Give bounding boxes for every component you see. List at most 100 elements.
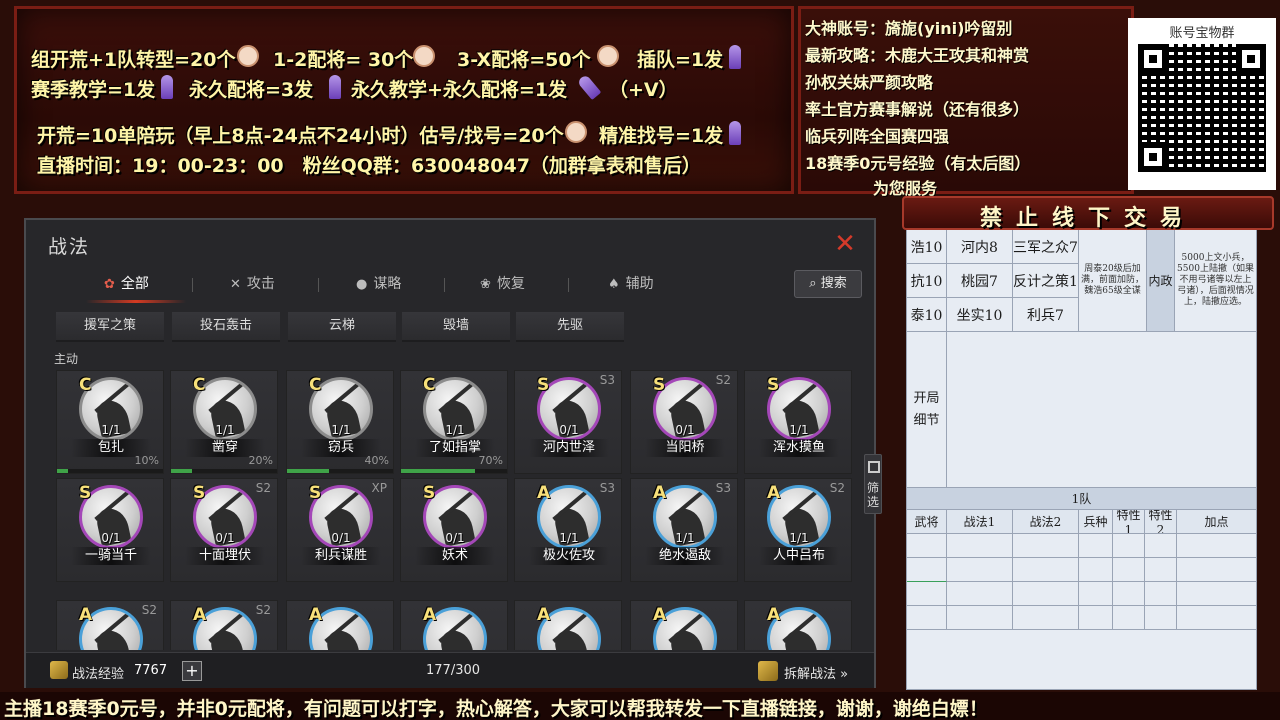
sheet-cell: 河内8 <box>947 230 1013 264</box>
sheet-cell <box>1013 534 1079 558</box>
progress-percent: 20% <box>248 454 273 467</box>
lineup-spreadsheet: 浩10 河内8 三军之众7 抗10 桃园7 反计之策1 泰10 坐实10 利兵7… <box>906 230 1257 690</box>
banner-text: （+V） <box>609 79 678 101</box>
tactic-name: 十面埋伏 <box>185 547 265 565</box>
column-header: 特性2 <box>1145 510 1177 534</box>
tactic-card[interactable]: A S2 <box>56 600 164 650</box>
ticker-text: 主播18赛季0元号，并非0元配将，有问题可以打字，热心解答，大家可以帮我转发一下… <box>4 698 988 720</box>
sheet-cell: 内政 <box>1147 230 1175 332</box>
banner-text: 组开荒+1队转型=20个 <box>31 49 236 71</box>
season-badge: S2 <box>715 373 731 387</box>
notice-line: 孙权关妹严颜攻略 <box>805 73 934 92</box>
sheet-cell: 桃园7 <box>947 264 1013 298</box>
grade-badge: A <box>79 605 93 625</box>
grade-badge: A <box>653 605 667 625</box>
qr-corner <box>1138 44 1168 74</box>
tactic-card[interactable]: S S3 0/1 河内世泽 <box>514 370 622 474</box>
tactic-card[interactable]: C 1/1 了如指掌 70% <box>400 370 508 474</box>
tactic-card[interactable]: S XP 0/1 利兵谋胜 <box>286 478 394 582</box>
sheet-cell <box>1113 558 1145 582</box>
sheet-cell <box>947 534 1013 558</box>
grade-badge: A <box>193 605 207 625</box>
rocket-icon <box>729 45 741 69</box>
grade-badge: C <box>193 375 206 395</box>
tactic-count: 0/1 <box>101 531 121 545</box>
rocket-icon <box>329 75 341 99</box>
sheet-cell: 三军之众7 <box>1013 230 1079 264</box>
tactic-card[interactable]: A <box>630 600 738 650</box>
sheet-cell <box>1013 558 1079 582</box>
tactic-card[interactable]: S 0/1 一骑当千 <box>56 478 164 582</box>
sheet-cell <box>1079 582 1113 606</box>
filter-label: 筛选 <box>866 481 879 509</box>
tactic-card[interactable]: S 1/1 浑水摸鱼 <box>744 370 852 474</box>
sheet-cell <box>1145 534 1177 558</box>
progress-fill <box>171 469 193 473</box>
filter-icon <box>868 461 880 473</box>
sheet-cell <box>907 630 1257 690</box>
grade-badge: S <box>653 375 666 395</box>
qr-code: 账号宝物群 <box>1128 18 1276 190</box>
promo-banner: 组开荒+1队转型=20个 1-2配将= 30个 3-X配将=50个 插队=1发 … <box>14 6 794 194</box>
tactic-count: 1/1 <box>789 423 809 437</box>
progress-fill <box>287 469 330 473</box>
face-emoji-icon <box>565 121 587 143</box>
exp-value: 7767 <box>134 663 168 678</box>
progress-bar <box>171 469 277 473</box>
grade-badge: C <box>79 375 92 395</box>
sheet-cell <box>1177 558 1257 582</box>
grade-badge: S <box>309 483 322 503</box>
sheet-cell <box>947 558 1013 582</box>
progress-percent: 10% <box>134 454 159 467</box>
sheet-cell <box>1079 534 1113 558</box>
exp-book-icon <box>50 661 68 679</box>
face-emoji-icon <box>237 45 259 67</box>
tactic-card[interactable]: A S3 1/1 极火佐攻 <box>514 478 622 582</box>
tactic-card[interactable]: S 0/1 妖术 <box>400 478 508 582</box>
tactic-count: 1/1 <box>675 531 695 545</box>
tactic-card[interactable]: C 1/1 窃兵 40% <box>286 370 394 474</box>
tactic-count: 1/1 <box>559 531 579 545</box>
tactic-name: 浑水摸鱼 <box>759 439 839 457</box>
tactic-card[interactable]: A <box>286 600 394 650</box>
tactic-card[interactable]: A S2 1/1 人中吕布 <box>744 478 852 582</box>
banner-text: 精准找号=1发 <box>599 125 724 147</box>
banner-text: 3-X配将=50个 <box>457 49 591 71</box>
sheet-cell <box>1145 606 1177 630</box>
grade-badge: S <box>767 375 780 395</box>
sheet-cell: 坐实10 <box>947 298 1013 332</box>
banner-text: 永久教学+永久配将=1发 <box>351 79 568 101</box>
tactic-card[interactable]: C 1/1 凿穿 20% <box>170 370 278 474</box>
tactic-card[interactable]: A <box>400 600 508 650</box>
banner-text: 赛季教学=1发 <box>31 79 156 101</box>
grade-badge: S <box>193 483 206 503</box>
dismantle-button[interactable]: 拆解战法 » <box>784 663 848 682</box>
tactic-count: 1/1 <box>445 423 465 437</box>
tactic-card[interactable]: A <box>514 600 622 650</box>
tactic-card[interactable]: A <box>744 600 852 650</box>
sheet-cell: 浩10 <box>907 230 947 264</box>
banner-text: 1-2配将= 30个 <box>273 49 414 71</box>
tactic-grid: C 1/1 包扎 10% C 1/1 凿穿 20% C 1/1 窃兵 40% C 1/1 了如指掌 70% S S… <box>26 220 874 650</box>
notice-line: 18赛季0元号经验（有太后图） <box>805 154 1031 173</box>
season-badge: S3 <box>715 481 731 495</box>
column-header: 武将 <box>907 510 947 534</box>
sheet-cell: 抗10 <box>907 264 947 298</box>
season-badge: S3 <box>599 373 615 387</box>
season-badge: S2 <box>255 603 271 617</box>
sheet-cell: 利兵7 <box>1013 298 1079 332</box>
tactic-card[interactable]: S S2 0/1 当阳桥 <box>630 370 738 474</box>
column-header: 加点 <box>1177 510 1257 534</box>
sheet-cell: 反计之策1 <box>1013 264 1079 298</box>
sheet-cell <box>947 582 1013 606</box>
add-exp-button[interactable]: + <box>182 661 202 681</box>
grade-badge: A <box>767 483 781 503</box>
tactic-card[interactable]: S S2 0/1 十面埋伏 <box>170 478 278 582</box>
qr-corner <box>1138 142 1168 172</box>
tactic-card[interactable]: A S2 <box>170 600 278 650</box>
tactic-card[interactable]: A S3 1/1 绝水遏敌 <box>630 478 738 582</box>
grade-badge: A <box>537 605 551 625</box>
filter-button[interactable]: 筛选 <box>864 454 882 514</box>
tactic-count: 0/1 <box>331 531 351 545</box>
tactic-card[interactable]: C 1/1 包扎 10% <box>56 370 164 474</box>
